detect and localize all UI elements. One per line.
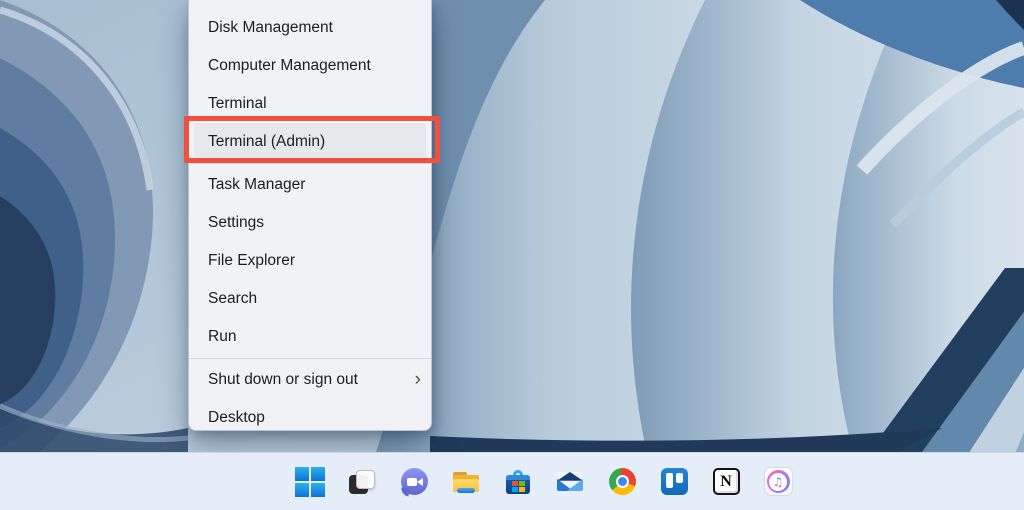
windows-logo-icon [295,466,325,497]
start-button[interactable] [294,466,326,498]
taskbar-icons: N ♫ [294,466,794,498]
file-explorer-button[interactable] [450,466,482,498]
menu-item-task-manager[interactable]: Task Manager [189,166,431,204]
menu-item-terminal[interactable]: Terminal [189,85,431,123]
chat-button[interactable] [398,466,430,498]
submenu-chevron-icon: › [414,368,421,390]
taskbar: N ♫ [0,452,1024,510]
menu-separator [189,358,431,359]
menu-item-label: Terminal [208,95,267,112]
chat-icon [400,468,428,495]
menu-item-label: Run [208,328,237,345]
desktop-screen: Disk Management Computer Management Termin… [0,0,1024,510]
music-note-icon: ♫ [772,474,784,489]
menu-item-label: Task Manager [208,176,306,193]
menu-item-disk-management[interactable]: Disk Management [189,9,431,47]
menu-item-desktop[interactable]: Desktop [189,399,431,430]
trello-button[interactable] [658,466,690,498]
folder-icon [451,467,481,497]
menu-item-terminal-admin[interactable]: Terminal (Admin) [194,123,426,161]
itunes-button[interactable]: ♫ [762,466,794,498]
mail-button[interactable] [554,466,586,498]
menu-item-label: Computer Management [208,57,371,74]
menu-item-shut-down-or-sign-out[interactable]: Shut down or sign out › [189,361,431,399]
menu-item-computer-management[interactable]: Computer Management [189,47,431,85]
store-bag-icon [503,467,533,497]
notion-button[interactable]: N [710,466,742,498]
menu-separator [189,163,431,164]
menu-item-run[interactable]: Run [189,318,431,356]
menu-item-label: Settings [208,214,265,231]
menu-item-settings[interactable]: Settings [189,204,431,242]
itunes-icon: ♫ [763,467,793,496]
menu-item-label: Terminal (Admin) [208,133,326,150]
trello-icon [660,468,688,495]
menu-item-label: File Explorer [208,252,295,269]
menu-item-file-explorer[interactable]: File Explorer [189,242,431,280]
wallpaper-image [0,0,1024,510]
microsoft-store-button[interactable] [502,466,534,498]
task-view-button[interactable] [346,466,378,498]
winx-context-menu: Disk Management Computer Management Termin… [188,0,432,431]
menu-item-label: Disk Management [208,19,333,36]
chrome-button[interactable] [606,466,638,498]
notion-icon: N [712,468,740,495]
menu-item-label: Search [208,290,258,307]
menu-item-search[interactable]: Search [189,280,431,318]
menu-item-label: Shut down or sign out [208,371,358,388]
mail-envelope-icon [557,472,583,491]
menu-item-label: Desktop [208,409,265,426]
chrome-icon [608,468,636,495]
